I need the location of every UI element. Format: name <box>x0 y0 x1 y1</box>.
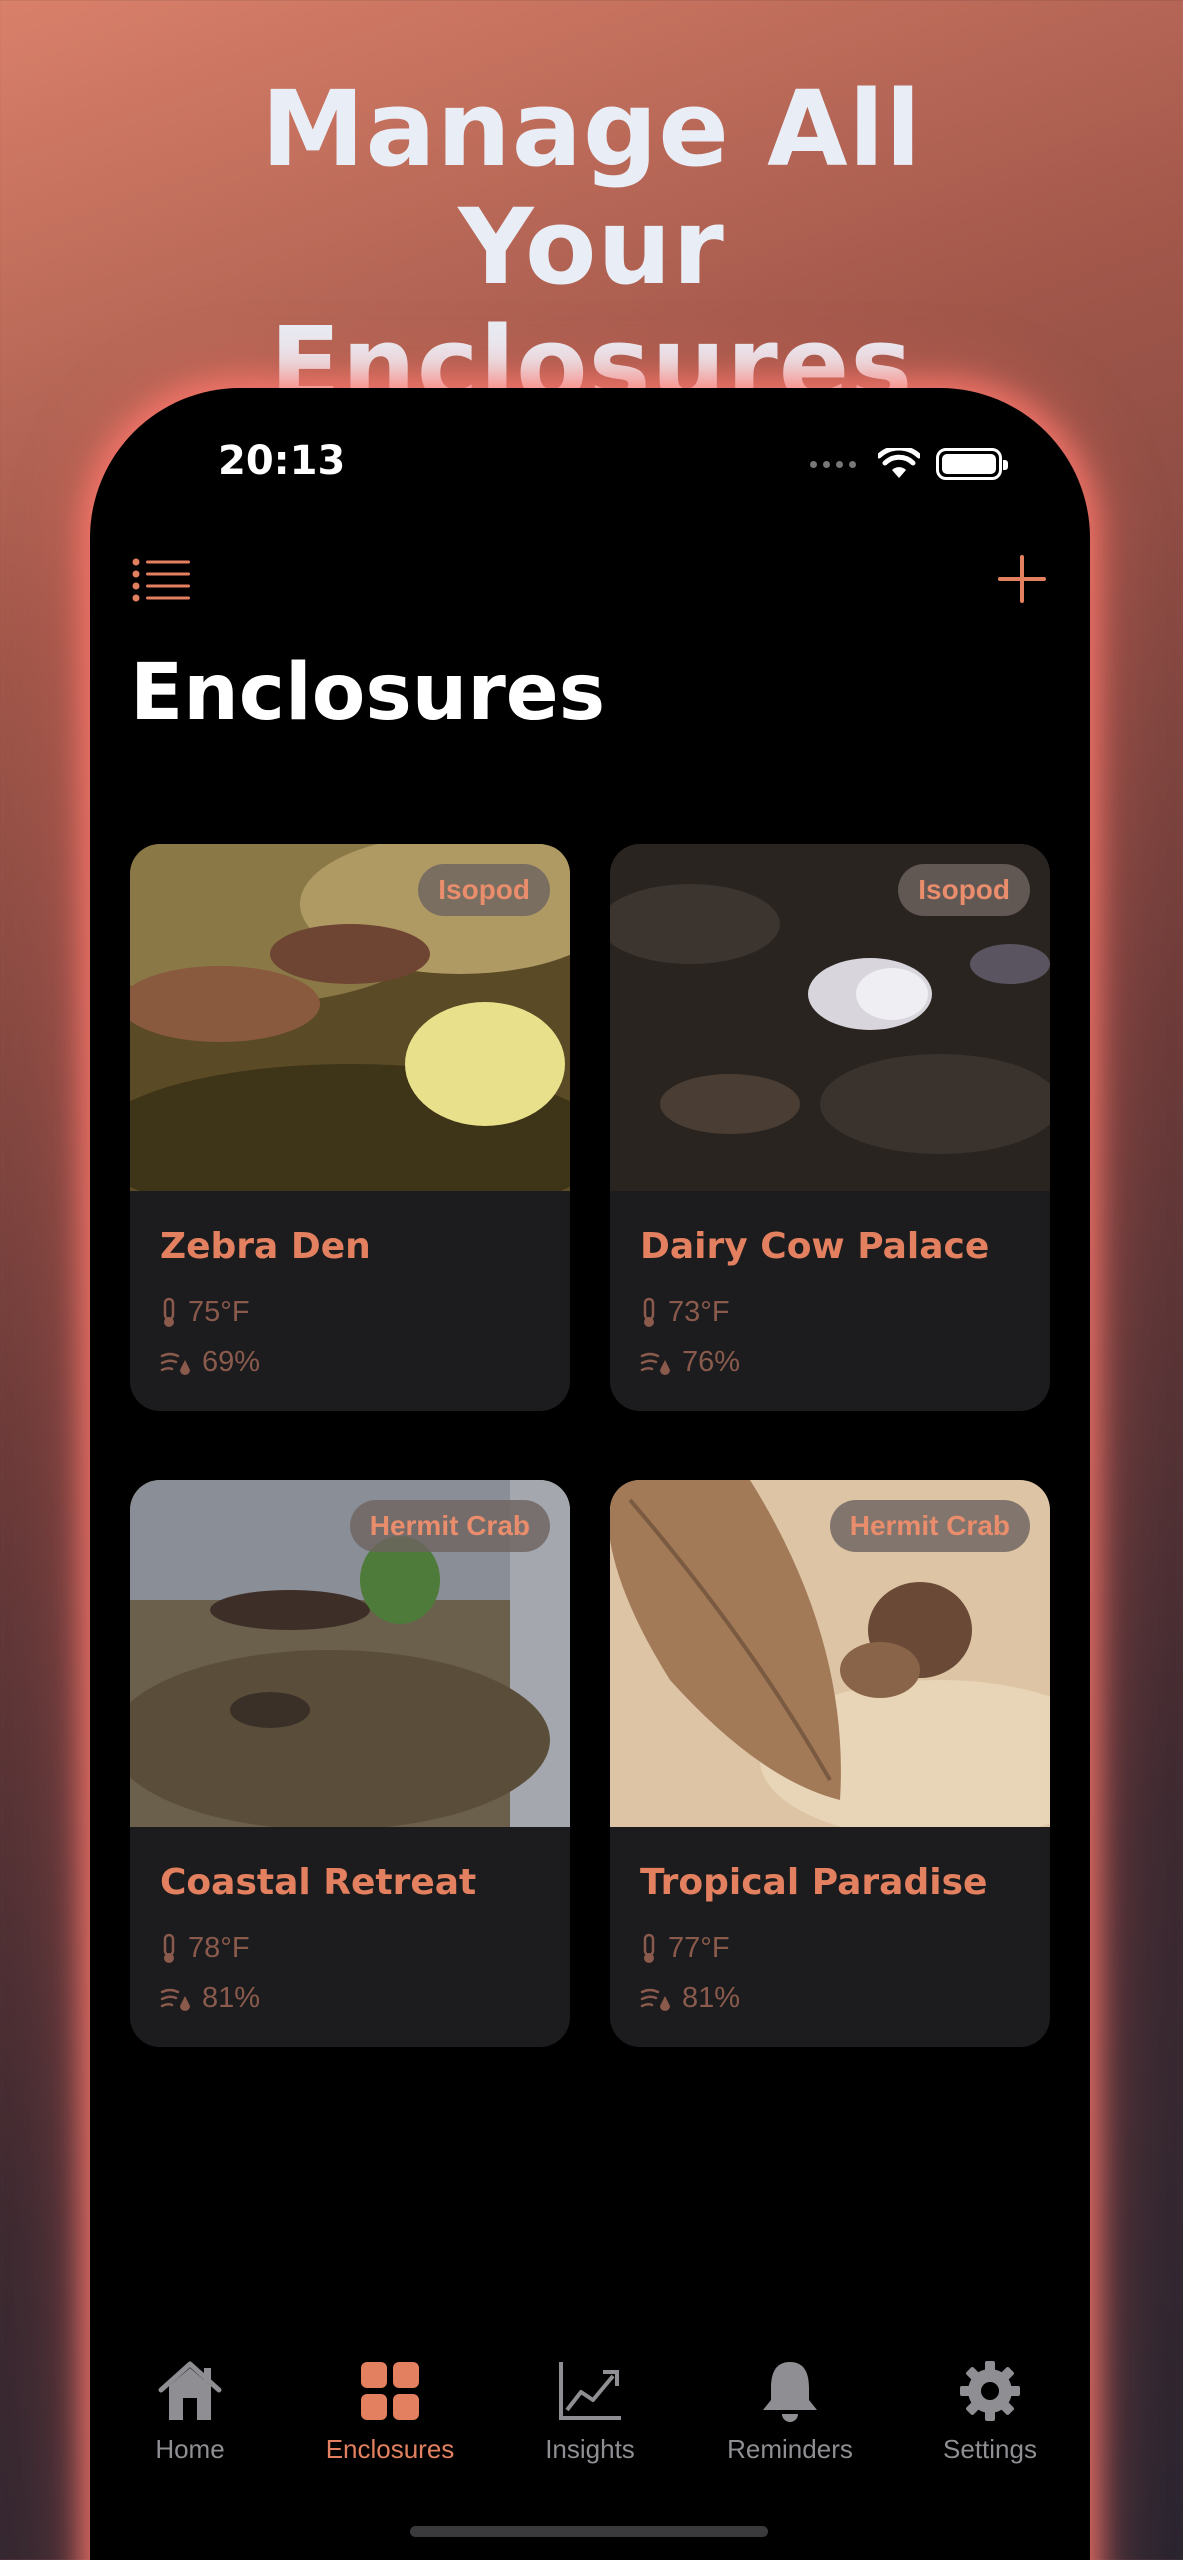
status-icons <box>810 448 1008 480</box>
thermometer-icon <box>163 1933 175 1963</box>
temperature-row: 73°F <box>640 1296 730 1329</box>
tab-label: Settings <box>943 2434 1037 2464</box>
temperature-value: 75°F <box>188 1296 250 1328</box>
wifi-icon <box>878 448 920 478</box>
thermometer-icon <box>643 1297 655 1327</box>
tab-label: Insights <box>545 2434 635 2464</box>
list-icon <box>132 558 190 602</box>
temperature-value: 73°F <box>668 1296 730 1328</box>
temperature-row: 77°F <box>640 1932 730 1965</box>
humidity-value: 81% <box>202 1982 261 2014</box>
humidity-row: 81% <box>160 1982 260 2015</box>
humidity-value: 69% <box>202 1346 261 1378</box>
gear-icon <box>960 2361 1020 2421</box>
humidity-icon <box>640 1352 670 1375</box>
species-badge: Hermit Crab <box>349 1500 550 1552</box>
humidity-row: 69% <box>160 1346 260 1379</box>
tab-insights[interactable]: Insights <box>490 2358 690 2465</box>
menu-button[interactable] <box>132 558 192 602</box>
tab-label: Enclosures <box>325 2434 455 2464</box>
temperature-value: 77°F <box>668 1932 730 1964</box>
add-enclosure-button[interactable] <box>996 553 1048 605</box>
tab-bar: Home Enclosures Insights Reminders Setti… <box>90 2358 1090 2518</box>
species-badge: Isopod <box>898 864 1030 916</box>
enclosure-card-dairy-cow-palace[interactable]: Isopod Dairy Cow Palace 73°F 76% <box>610 844 1050 1411</box>
humidity-value: 81% <box>682 1982 741 2014</box>
thermometer-icon <box>643 1933 655 1963</box>
tab-label: Reminders <box>727 2434 853 2464</box>
enclosure-name: Zebra Den <box>160 1226 371 1267</box>
temperature-value: 78°F <box>188 1932 250 1964</box>
tab-settings[interactable]: Settings <box>890 2358 1090 2465</box>
humidity-icon <box>640 1988 670 2011</box>
promo-headline-text: Manage All Your Enclosures <box>261 68 922 426</box>
species-badge: Isopod <box>418 864 550 916</box>
enclosure-name: Dairy Cow Palace <box>640 1226 990 1267</box>
humidity-row: 81% <box>640 1982 740 2015</box>
humidity-icon <box>160 1352 190 1375</box>
enclosure-card-coastal-retreat[interactable]: Hermit Crab Coastal Retreat 78°F 81% <box>130 1480 570 2047</box>
bell-icon <box>763 2362 817 2422</box>
tab-enclosures[interactable]: Enclosures <box>290 2358 490 2465</box>
humidity-value: 76% <box>682 1346 741 1378</box>
promo-headline: Manage All Your Enclosures <box>0 70 1183 424</box>
signal-dots-icon <box>810 460 856 468</box>
status-time: 20:13 <box>218 438 346 484</box>
enclosure-name: Tropical Paradise <box>640 1862 988 1903</box>
page-title: Enclosures <box>130 648 606 738</box>
tab-home[interactable]: Home <box>90 2358 290 2465</box>
plus-icon <box>998 555 1046 603</box>
temperature-row: 78°F <box>160 1932 250 1965</box>
enclosure-card-zebra-den[interactable]: Isopod Zebra Den 75°F 69% <box>130 844 570 1411</box>
temperature-row: 75°F <box>160 1296 250 1329</box>
home-icon <box>158 2361 222 2420</box>
species-badge: Hermit Crab <box>829 1500 1030 1552</box>
phone-frame: 20:13 Enclosures Isopod Zebra Den 75°F 6… <box>90 388 1090 2560</box>
tab-reminders[interactable]: Reminders <box>690 2358 890 2465</box>
humidity-row: 76% <box>640 1346 740 1379</box>
battery-icon <box>936 448 1008 480</box>
tab-label: Home <box>155 2434 225 2464</box>
enclosure-card-tropical-paradise[interactable]: Hermit Crab Tropical Paradise 77°F 81% <box>610 1480 1050 2047</box>
chart-icon <box>559 2362 621 2420</box>
grid-icon <box>361 2362 419 2420</box>
home-indicator[interactable] <box>410 2526 768 2537</box>
thermometer-icon <box>163 1297 175 1327</box>
enclosure-name: Coastal Retreat <box>160 1862 477 1903</box>
humidity-icon <box>160 1988 190 2011</box>
